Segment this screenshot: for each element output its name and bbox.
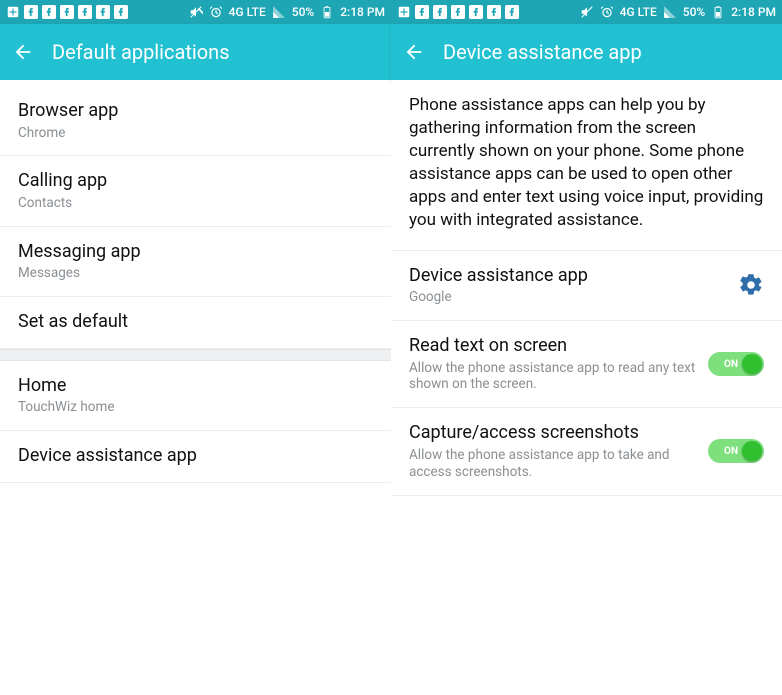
signal-icon (663, 5, 677, 19)
plus-icon (6, 5, 20, 19)
network-label: 4G LTE (229, 5, 266, 19)
back-icon[interactable] (12, 41, 34, 63)
row-title: Device assistance app (18, 445, 373, 468)
facebook-icon (469, 5, 483, 19)
row-title: Read text on screen (409, 335, 696, 358)
status-bar: 4G LTE 50% 2:18 PM (0, 0, 391, 24)
status-bar: 4G LTE 50% 2:18 PM (391, 0, 782, 24)
battery-pct: 50% (292, 5, 314, 19)
content: Browser app Chrome Calling app Contacts … (0, 80, 391, 695)
facebook-icon (433, 5, 447, 19)
row-messaging-app[interactable]: Messaging app Messages (0, 227, 391, 297)
row-sub: Google (409, 289, 726, 306)
row-home[interactable]: Home TouchWiz home (0, 361, 391, 431)
row-device-assistance-app[interactable]: Device assistance app (0, 431, 391, 483)
section-divider (0, 349, 391, 361)
row-browser-app[interactable]: Browser app Chrome (0, 86, 391, 156)
facebook-icon (114, 5, 128, 19)
battery-icon (711, 5, 725, 19)
row-title: Device assistance app (409, 265, 726, 288)
back-icon[interactable] (403, 41, 425, 63)
row-sub: Contacts (18, 195, 373, 212)
row-read-text[interactable]: Read text on screen Allow the phone assi… (391, 321, 782, 408)
plus-icon (397, 5, 411, 19)
page-title: Device assistance app (443, 40, 642, 64)
app-bar: Device assistance app (391, 24, 782, 80)
row-title: Set as default (18, 311, 373, 334)
network-label: 4G LTE (620, 5, 657, 19)
row-title: Messaging app (18, 241, 373, 264)
row-title: Capture/access screenshots (409, 422, 696, 445)
row-sub: TouchWiz home (18, 399, 373, 416)
row-title: Calling app (18, 170, 373, 193)
facebook-icon (96, 5, 110, 19)
row-device-assistance-app[interactable]: Device assistance app Google (391, 251, 782, 321)
facebook-icon (505, 5, 519, 19)
toggle-read-text[interactable]: ON (708, 352, 764, 376)
row-sub: Chrome (18, 125, 373, 142)
facebook-icon (42, 5, 56, 19)
battery-icon (320, 5, 334, 19)
battery-pct: 50% (683, 5, 705, 19)
row-title: Home (18, 375, 373, 398)
alarm-icon (209, 5, 223, 19)
row-sub: Allow the phone assistance app to read a… (409, 360, 696, 394)
facebook-icon (78, 5, 92, 19)
toggle-label: ON (724, 359, 738, 370)
content: Phone assistance apps can help you by ga… (391, 80, 782, 695)
toggle-capture-screenshots[interactable]: ON (708, 439, 764, 463)
facebook-icon (60, 5, 74, 19)
row-capture-screenshots[interactable]: Capture/access screenshots Allow the pho… (391, 408, 782, 495)
row-sub: Messages (18, 265, 373, 282)
screen-default-applications: 4G LTE 50% 2:18 PM Default applications … (0, 0, 391, 695)
mute-icon (580, 5, 594, 19)
facebook-icon (451, 5, 465, 19)
clock: 2:18 PM (731, 5, 776, 19)
description-block: Phone assistance apps can help you by ga… (391, 80, 782, 251)
signal-icon (272, 5, 286, 19)
description-text: Phone assistance apps can help you by ga… (409, 94, 764, 232)
facebook-icon (24, 5, 38, 19)
toggle-label: ON (724, 446, 738, 457)
mute-icon (189, 5, 203, 19)
row-set-as-default[interactable]: Set as default (0, 297, 391, 349)
alarm-icon (600, 5, 614, 19)
row-title: Browser app (18, 100, 373, 123)
row-calling-app[interactable]: Calling app Contacts (0, 156, 391, 226)
page-title: Default applications (52, 40, 230, 64)
row-sub: Allow the phone assistance app to take a… (409, 447, 696, 481)
facebook-icon (415, 5, 429, 19)
gear-icon[interactable] (738, 272, 764, 298)
app-bar: Default applications (0, 24, 391, 80)
clock: 2:18 PM (340, 5, 385, 19)
screen-device-assistance: 4G LTE 50% 2:18 PM Device assistance app… (391, 0, 782, 695)
facebook-icon (487, 5, 501, 19)
